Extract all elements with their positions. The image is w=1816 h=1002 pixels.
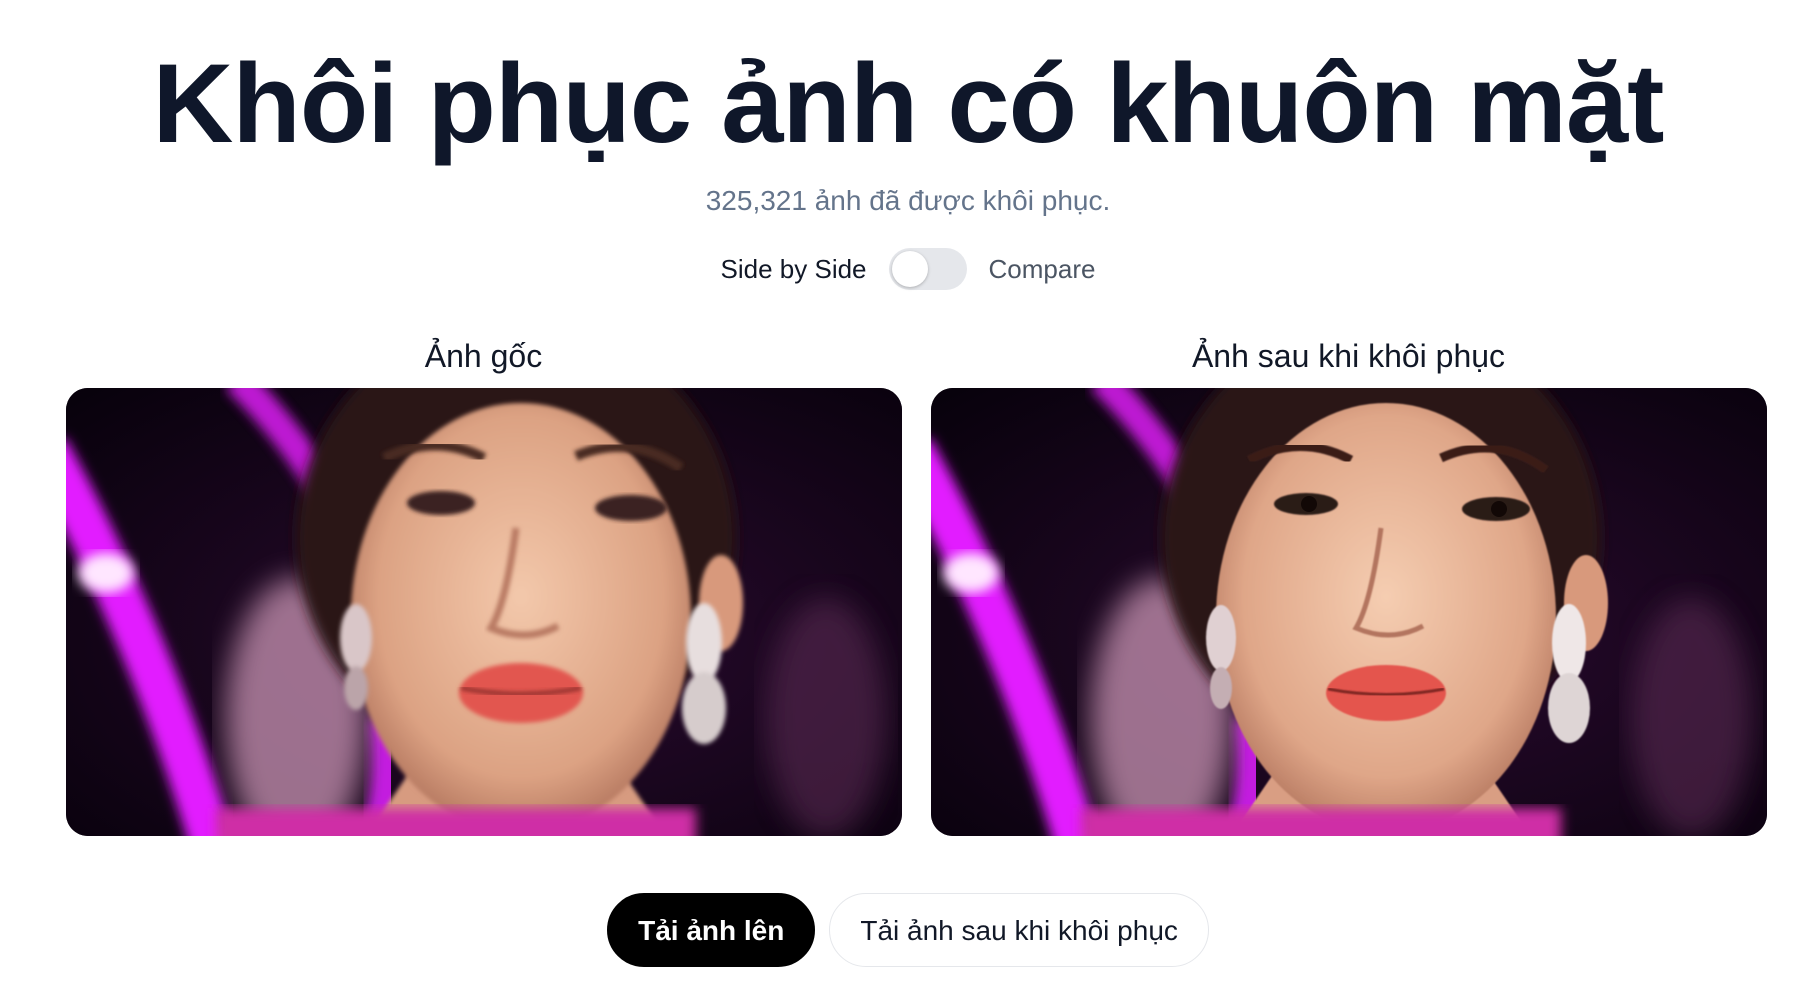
restored-image-title: Ảnh sau khi khôi phục [1191,338,1506,374]
view-mode-switch[interactable] [888,248,967,290]
download-restored-button[interactable]: Tải ảnh sau khi khôi phục [829,893,1209,967]
action-buttons: Tải ảnh lên Tải ảnh sau khi khôi phục [0,893,1816,967]
restored-portrait-picture [931,388,1767,836]
restored-count-text: 325,321 ảnh đã được khôi phục. [705,185,1111,216]
switch-knob [891,251,928,287]
face-restoration-page: Khôi phục ảnh có khuôn mặt 325,321 ảnh đ… [0,0,1816,1002]
compare-label: Compare [988,254,1096,284]
restored-image [931,388,1767,836]
upload-image-button[interactable]: Tải ảnh lên [607,893,816,967]
page-title: Khôi phục ảnh có khuôn mặt [152,41,1665,166]
original-image-title: Ảnh gốc [424,338,543,374]
view-mode-toggle-row: Side by Side Compare [0,245,1816,293]
original-portrait-picture [66,388,902,836]
side-by-side-label: Side by Side [720,254,867,284]
original-image [66,388,902,836]
